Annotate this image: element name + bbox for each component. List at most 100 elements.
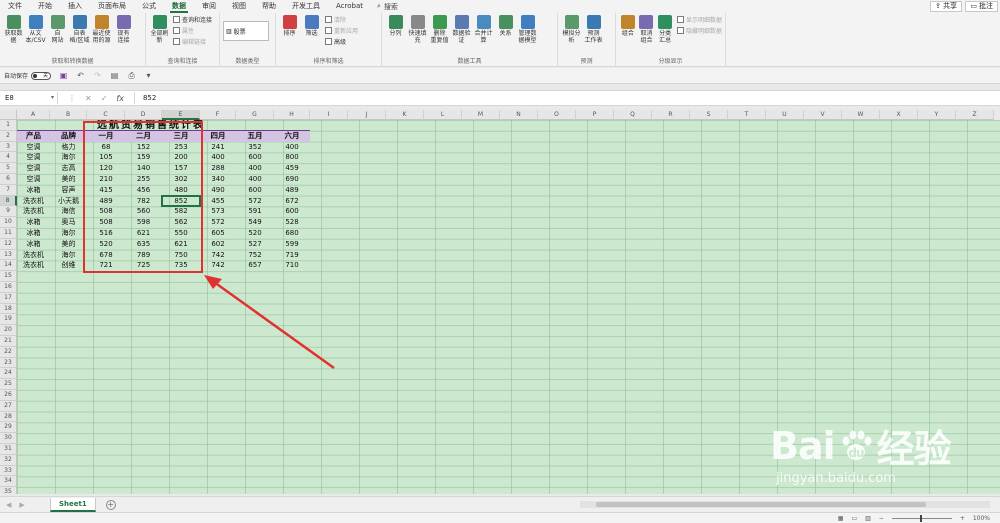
- ribbon-button-4-1[interactable]: 快速填充: [407, 15, 428, 44]
- column-header-S[interactable]: S: [690, 110, 728, 120]
- menu-tab-7[interactable]: 视图: [224, 0, 254, 13]
- column-header-T[interactable]: T: [728, 110, 766, 120]
- zoom-level[interactable]: 100%: [973, 515, 990, 522]
- cell-F7[interactable]: 490: [200, 185, 236, 196]
- cell-H8[interactable]: 672: [274, 196, 310, 207]
- cell-A9[interactable]: 洗衣机: [17, 206, 50, 217]
- zoom-in-icon[interactable]: +: [960, 515, 965, 522]
- customize-qat-icon[interactable]: ▾: [144, 71, 153, 80]
- row-header-18[interactable]: 18: [0, 303, 17, 315]
- cell-F13[interactable]: 742: [200, 250, 236, 261]
- cell-H3[interactable]: 400: [274, 142, 310, 153]
- cell-B14[interactable]: 创维: [50, 260, 87, 271]
- ribbon-button-4-4[interactable]: 合并计算: [473, 15, 494, 44]
- cell-G4[interactable]: 600: [236, 152, 274, 163]
- column-header-L[interactable]: L: [424, 110, 462, 120]
- column-header-V[interactable]: V: [804, 110, 842, 120]
- column-header-N[interactable]: N: [500, 110, 538, 120]
- column-header-M[interactable]: M: [462, 110, 500, 120]
- cell-B11[interactable]: 海尔: [50, 228, 87, 239]
- cell-G7[interactable]: 600: [236, 185, 274, 196]
- cell-B4[interactable]: 海尔: [50, 152, 87, 163]
- column-header-X[interactable]: X: [880, 110, 918, 120]
- column-header-U[interactable]: U: [766, 110, 804, 120]
- ribbon-button-1-0[interactable]: 全部刷新: [149, 15, 170, 46]
- column-header-E[interactable]: E: [162, 110, 200, 120]
- menu-tab-5[interactable]: 数据: [164, 0, 194, 13]
- fx-icon[interactable]: fx: [116, 94, 124, 103]
- column-header-F[interactable]: F: [200, 110, 236, 120]
- row-header-7[interactable]: 7: [0, 184, 17, 196]
- cell-G3[interactable]: 352: [236, 142, 274, 153]
- ribbon-button-3-1[interactable]: 筛选: [301, 15, 322, 46]
- menu-tab-8[interactable]: 帮助: [254, 0, 284, 13]
- column-header-K[interactable]: K: [386, 110, 424, 120]
- row-header-23[interactable]: 23: [0, 357, 17, 369]
- ribbon-button-4-0[interactable]: 分列: [385, 15, 406, 44]
- cell-B3[interactable]: 格力: [50, 142, 87, 153]
- row-header-22[interactable]: 22: [0, 346, 17, 358]
- column-header-R[interactable]: R: [652, 110, 690, 120]
- cell-F3[interactable]: 241: [200, 142, 236, 153]
- cell-H6[interactable]: 690: [274, 174, 310, 185]
- cell-A13[interactable]: 洗衣机: [17, 250, 50, 261]
- cell-G10[interactable]: 549: [236, 217, 274, 228]
- cell-G5[interactable]: 400: [236, 163, 274, 174]
- row-header-19[interactable]: 19: [0, 314, 17, 326]
- cell-F11[interactable]: 605: [200, 228, 236, 239]
- cell-A12[interactable]: 冰箱: [17, 239, 50, 250]
- share-button[interactable]: ⇪ 共享: [930, 1, 962, 12]
- column-header-H[interactable]: H: [274, 110, 310, 120]
- row-header-27[interactable]: 27: [0, 400, 17, 412]
- undo-icon[interactable]: ↶: [76, 71, 85, 80]
- cell-F4[interactable]: 400: [200, 152, 236, 163]
- cell-A11[interactable]: 冰箱: [17, 228, 50, 239]
- horizontal-scrollbar[interactable]: [580, 501, 990, 508]
- ribbon-button-0-1[interactable]: 从文 本/CSV: [25, 15, 46, 44]
- row-header-33[interactable]: 33: [0, 465, 17, 477]
- ribbon-button-0-4[interactable]: 最近使 用的源: [91, 15, 112, 44]
- cell-F2[interactable]: 四月: [200, 131, 236, 142]
- cell-H2[interactable]: 六月: [274, 131, 310, 142]
- row-header-17[interactable]: 17: [0, 292, 17, 304]
- column-header-Y[interactable]: Y: [918, 110, 956, 120]
- column-header-D[interactable]: D: [125, 110, 162, 120]
- column-header-J[interactable]: J: [348, 110, 386, 120]
- redo-icon[interactable]: ↷: [93, 71, 102, 80]
- row-header-14[interactable]: 14: [0, 260, 17, 272]
- print-icon[interactable]: ⎙: [127, 71, 136, 80]
- small-button-3-1[interactable]: 重新应用: [325, 26, 358, 35]
- row-header-11[interactable]: 11: [0, 228, 17, 239]
- menu-tab-1[interactable]: 开始: [30, 0, 60, 13]
- cell-G6[interactable]: 400: [236, 174, 274, 185]
- ribbon-button-5-0[interactable]: 模拟分析: [561, 15, 582, 44]
- ribbon-button-0-5[interactable]: 现有 连接: [113, 15, 134, 44]
- search-box[interactable]: ⌕ 搜索: [377, 2, 398, 12]
- cell-H10[interactable]: 528: [274, 217, 310, 228]
- cell-H12[interactable]: 599: [274, 239, 310, 250]
- row-header-4[interactable]: 4: [0, 152, 17, 164]
- ribbon-button-4-3[interactable]: 数据验 证: [451, 15, 472, 44]
- row-header-20[interactable]: 20: [0, 325, 17, 336]
- menu-tab-0[interactable]: 文件: [0, 0, 30, 13]
- cell-F12[interactable]: 602: [200, 239, 236, 250]
- menu-tab-10[interactable]: Acrobat: [328, 0, 371, 13]
- enter-icon[interactable]: ✓: [101, 94, 108, 103]
- column-header-B[interactable]: B: [50, 110, 87, 120]
- row-header-35[interactable]: 35: [0, 487, 17, 494]
- prev-sheet-icon[interactable]: ◀: [6, 501, 11, 509]
- row-header-16[interactable]: 16: [0, 282, 17, 293]
- row-header-9[interactable]: 9: [0, 206, 17, 218]
- cell-G11[interactable]: 520: [236, 228, 274, 239]
- row-header-2[interactable]: 2: [0, 130, 17, 142]
- small-button-3-2[interactable]: 高级: [325, 37, 358, 46]
- row-header-10[interactable]: 10: [0, 217, 17, 228]
- cell-A7[interactable]: 冰箱: [17, 185, 50, 196]
- zoom-slider[interactable]: [891, 514, 952, 522]
- cell-A3[interactable]: 空调: [17, 142, 50, 153]
- cell-G13[interactable]: 752: [236, 250, 274, 261]
- cell-F5[interactable]: 288: [200, 163, 236, 174]
- page-break-icon[interactable]: ▥: [865, 515, 871, 522]
- row-header-5[interactable]: 5: [0, 163, 17, 174]
- column-header-I[interactable]: I: [310, 110, 348, 120]
